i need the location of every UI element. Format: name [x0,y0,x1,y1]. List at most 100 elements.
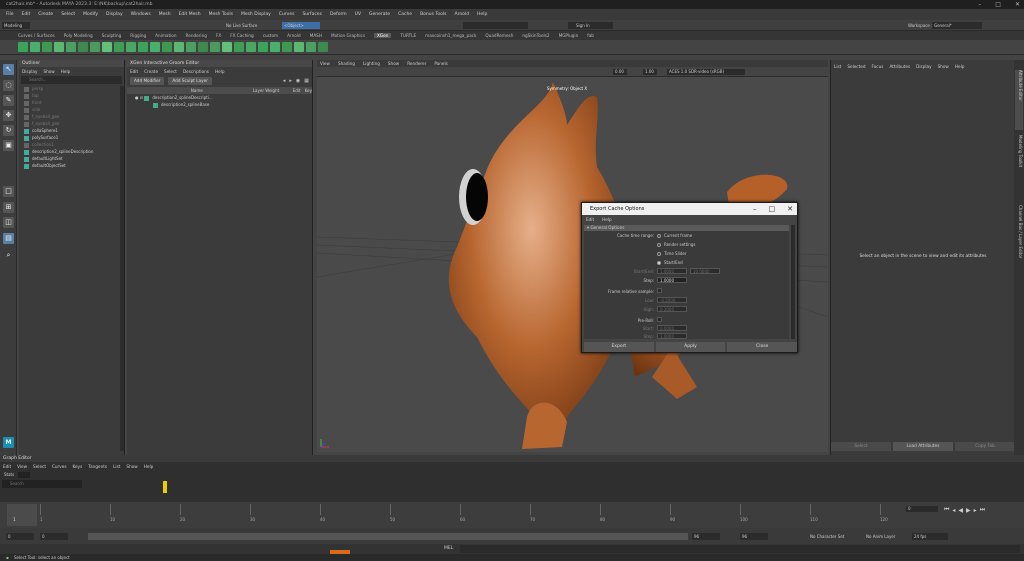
menu-mesh-tools[interactable]: Mesh Tools [209,12,233,17]
step-back-icon[interactable]: ◂ [952,507,955,514]
time-slider[interactable]: 1 1 10 20 30 40 50 60 70 80 90 100 110 120 0 ⏮ ◂ ◀ ▶… [0,502,1024,528]
shelf-tab[interactable]: Arnold [287,33,301,38]
shelf-tab[interactable]: FX [216,33,221,38]
graph-menu-list[interactable]: List [113,464,120,469]
shelf-tab[interactable]: QuadRemesh [485,33,513,38]
attr-menu-attributes[interactable]: Attributes [889,64,910,69]
general-options-header[interactable]: ▾ General Options [584,225,789,231]
goto-start-icon[interactable]: ⏮ [944,506,949,514]
viewport-menu-shading[interactable]: Shading [338,61,355,66]
mode-selector[interactable]: Modeling [2,22,30,29]
arrow-right-icon[interactable]: ▸ [289,78,292,84]
xgen-shelf-icon[interactable] [66,42,76,52]
xgen-shelf-icon[interactable] [78,42,88,52]
menu-mesh[interactable]: Mesh [159,12,171,17]
xgen-shelf-icon[interactable] [102,42,112,52]
arrow-left-icon[interactable]: ◂ [283,78,286,84]
attr-menu-help[interactable]: Help [955,64,965,69]
menu-deform[interactable]: Deform [330,12,347,17]
step-field[interactable]: 1.0000 [657,277,687,283]
outliner-item[interactable]: description2_splineDescription [19,148,124,155]
end-field[interactable]: 10.0000 [690,268,720,274]
tab-attribute-editor[interactable]: Attribute Editor [1015,70,1023,130]
live-surface[interactable]: No Live Surface [226,22,264,29]
menu-surfaces[interactable]: Surfaces [302,12,322,17]
shelf-tab[interactable]: Poly Modeling [64,33,93,38]
outliner-scrollbar[interactable] [120,86,124,451]
prestart-field[interactable]: 0.0000 [657,325,687,331]
menu-generate[interactable]: Generate [369,12,390,17]
rotate-tool-icon[interactable]: ↻ [3,125,14,136]
xgen-shelf-icon[interactable] [162,42,172,52]
low-field[interactable]: -0.2000 [657,297,687,303]
start-field[interactable]: 0 [6,533,34,540]
range-bar[interactable] [88,533,688,540]
trash-icon[interactable]: ▦ [304,78,309,84]
load-attributes-button[interactable]: Load Attributes [893,442,953,451]
xgen-menu-create[interactable]: Create [144,69,158,74]
outliner-menu-show[interactable]: Show [43,69,54,74]
outliner-search[interactable]: Search... [21,76,122,84]
outliner-item[interactable]: collaSphere1 [19,127,124,134]
shelf-tab[interactable]: Motion Graphics [331,33,365,38]
xgen-shelf-icon[interactable] [246,42,256,52]
export-button[interactable]: Export [584,342,654,352]
xgen-shelf-icon[interactable] [42,42,52,52]
graph-search[interactable]: Search [2,480,82,488]
colorspace-select[interactable]: ACES 1.0 SDR-video (sRGB) [667,69,745,75]
xgen-shelf-icon[interactable] [198,42,208,52]
graph-menu-select[interactable]: Select [33,464,46,469]
menu-create[interactable]: Create [38,12,53,17]
graph-menu-tangents[interactable]: Tangents [88,464,107,469]
paint-select-icon[interactable]: ✎ [3,95,14,106]
outliner-item[interactable]: persp [19,85,124,92]
prestep-field[interactable]: 1.0000 [657,333,687,339]
xgen-shelf-icon[interactable] [54,42,64,52]
graph-menu-curves[interactable]: Curves [52,464,67,469]
attr-menu-display[interactable]: Display [916,64,931,69]
viewport-menu-panels[interactable]: Panels [434,61,447,66]
menu-modify[interactable]: Modify [83,12,98,17]
object-field[interactable]: <Object> [282,22,320,29]
goto-end-icon[interactable]: ⏭ [980,506,985,514]
character-set[interactable]: No Character Set [810,533,858,540]
outliner-item[interactable]: front [19,99,124,106]
xgen-shelf-icon[interactable] [90,42,100,52]
xgen-shelf-icon[interactable] [186,42,196,52]
viewport-menu-show[interactable]: Show [388,61,399,66]
radio-start-end[interactable] [657,261,661,265]
select-tool-icon[interactable]: ↖ [3,64,14,75]
shelf-tab[interactable]: custom [263,33,278,38]
play-icon[interactable]: ▶ [966,507,971,514]
graph-menu-show[interactable]: Show [126,464,137,469]
add-modifier-button[interactable]: Add Modifier [130,77,165,85]
menu-edit-mesh[interactable]: Edit Mesh [179,12,201,17]
menu-windows[interactable]: Windows [131,12,151,17]
shelf-tab[interactable]: Sculpting [102,33,122,38]
preroll-checkbox[interactable] [657,317,662,322]
graph-menu-help[interactable]: Help [144,464,154,469]
xgen-shelf-icon[interactable] [18,42,28,52]
xgen-shelf-icon[interactable] [294,42,304,52]
attr-menu-show[interactable]: Show [938,64,949,69]
outliner-menu-display[interactable]: Display [22,69,37,74]
high-field[interactable]: 0.2000 [657,306,687,312]
radio-time-slider[interactable] [657,252,661,256]
maximize-icon[interactable]: □ [995,0,1001,9]
menu-edit[interactable]: Edit [22,12,31,17]
workspace-select[interactable]: General* [932,22,982,29]
start-inner-field[interactable]: 0 [40,533,68,540]
menu-select[interactable]: Select [61,12,75,17]
xgen-shelf-icon[interactable] [138,42,148,52]
viewport-menu-lighting[interactable]: Lighting [363,61,380,66]
graph-menu-view[interactable]: View [17,464,27,469]
anim-layer[interactable]: No Anim Layer [866,533,908,540]
frame-relative-checkbox[interactable] [657,288,662,293]
menu-curves[interactable]: Curves [279,12,295,17]
search-field[interactable] [463,22,528,29]
xgen-menu-help[interactable]: Help [215,69,225,74]
outliner-item[interactable]: defaultLightSet [19,155,124,162]
dialog-menu-help[interactable]: Help [602,217,612,222]
exposure-field[interactable]: 0.00 [613,69,627,75]
four-pane-icon[interactable]: ⊞ [3,202,14,213]
